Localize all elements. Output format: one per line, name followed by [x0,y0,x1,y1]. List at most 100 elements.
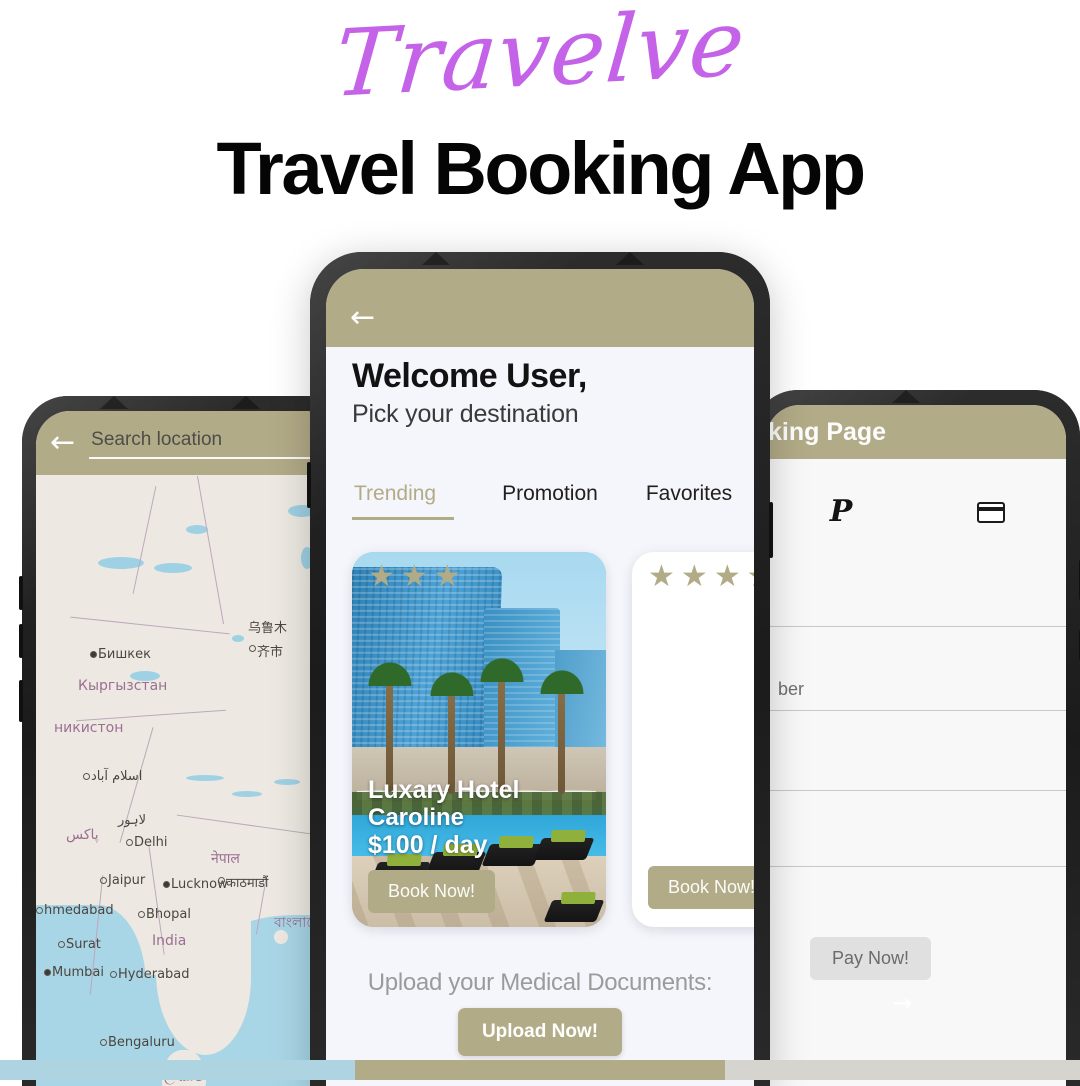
booking-page-title: king Page [768,417,887,446]
payment-field-1[interactable] [766,575,1066,627]
map-label: Кыргызстан [78,678,168,694]
payment-field-number[interactable]: ber [766,627,1066,711]
map-label: Delhi [134,835,168,850]
hotel-card-info: Book Now! [648,866,754,909]
map-label: Bengaluru [108,1035,175,1050]
star-icon: ★ [368,559,395,594]
payment-field-4[interactable] [766,791,1066,867]
submit-arrow-icon: → [892,989,913,1017]
upload-now-button[interactable]: Upload Now! [457,1008,623,1056]
page-title: Travel Booking App [216,127,866,210]
map-label: Mumbai [52,965,104,980]
map-label: Бишкек [98,647,151,662]
brand-script-logo: Travelve [330,0,750,119]
welcome-subtitle: Pick your destination [352,400,579,429]
map-label: پاکس [66,827,99,843]
map-label: اسلام آباد [91,769,143,784]
hotel-card[interactable]: ★ ★ ★ Luxary Hotel Caroline $100 / day B… [352,552,606,927]
strip-segment-khaki [355,1060,725,1080]
booking-appbar: king Page [766,405,1066,459]
welcome-title: Welcome User, [352,357,587,395]
hotel-card[interactable]: ★ ★ ★ ★ Book Now! [632,552,754,927]
phone-mockup-left: ← Search location Бишкек 乌鲁木 齐市 Кыргызст… [19,396,352,1086]
map-label: لاہور [118,813,147,828]
map-city-dot [36,907,43,914]
hotel-price: $100 / day [368,831,488,860]
back-arrow-icon[interactable]: ← [50,428,75,458]
photo-lounger-5 [543,900,605,922]
volume-button-center[interactable] [307,462,311,508]
map-label: India [152,933,187,949]
rating-stars: ★ ★ ★ ★ [648,562,754,592]
map-border-1 [132,486,157,594]
strip-segment-blue [0,1060,355,1080]
bezel-notch-center-1 [422,252,450,265]
search-appbar: ← [36,411,339,475]
upload-label: Upload your Medical Documents: [367,969,713,996]
map-label: 乌鲁木 [248,621,288,636]
map-city-dot [58,941,65,948]
power-button-left[interactable] [19,680,23,722]
search-field-wrapper[interactable] [89,427,339,459]
map-city-dot [44,969,51,976]
payment-method-row: P [766,483,1066,541]
welcome-block: Welcome User, Pick your destination [352,357,587,429]
map-canvas[interactable]: Бишкек 乌鲁木 齐市 Кыргызстан никистон اسلام آباد ل… [36,475,339,1086]
search-input[interactable] [89,427,339,452]
bezel-notch-left-2 [232,396,260,409]
star-icon: ★ [747,562,754,592]
credit-card-icon [977,501,1005,523]
hotel-subtitle: Caroline [368,803,465,831]
hotel-name: Luxary Hotel [368,775,520,804]
map-lake-8 [186,775,224,781]
rating-stars: ★ ★ ★ [368,562,461,592]
map-lake-3 [186,525,208,534]
map-label: 齐市 [257,645,284,660]
screen-center: ← Welcome User, Pick your destination Tr… [326,269,754,1086]
hotel-card-info: Luxary Hotel Caroline $100 / day Book No… [368,776,519,913]
map-label: Bhopal [146,907,191,922]
category-tabs: Trending Promotion Favorites [352,482,754,520]
volume-down-button-left[interactable] [19,624,23,658]
payment-field-number-label: ber [778,679,805,699]
payment-option-card[interactable] [916,483,1066,541]
map-city-dot [249,645,256,652]
book-now-button[interactable]: Book Now! [648,866,754,909]
back-arrow-icon[interactable]: ← [350,303,375,333]
power-button-center[interactable] [769,502,773,558]
book-now-button[interactable]: Book Now! [368,870,496,913]
map-lake-6 [232,635,244,642]
photo-palm-4 [531,660,593,794]
map-city-dot [100,1039,107,1046]
map-lake-2 [154,563,192,573]
home-appbar: ← [326,269,754,347]
map-label: काठमाडौं [226,876,269,891]
branding-header: Travelve Travel Booking App [0,0,1080,230]
paypal-icon: P [829,494,853,529]
screen-right: king Page P ber Pay Now! → [766,405,1066,1086]
payment-field-3[interactable] [766,711,1066,791]
bezel-notch-left [100,396,128,409]
map-city-dot [90,651,97,658]
photo-lounger-4 [533,838,595,860]
pay-now-button[interactable]: Pay Now! [810,937,932,980]
bezel-notch-right [892,390,920,403]
volume-up-button-left[interactable] [19,576,23,610]
tab-trending[interactable]: Trending [352,482,455,520]
map-city-dot [163,881,170,888]
map-city-dot [138,911,145,918]
tab-promotion[interactable]: Promotion [502,482,598,517]
map-border-6 [176,814,326,837]
map-city-dot [83,773,90,780]
tab-favorites[interactable]: Favorites [646,482,732,517]
map-lake-10 [274,779,300,785]
payment-option-paypal[interactable]: P [766,483,916,541]
map-city-dot [126,839,133,846]
star-icon: ★ [648,559,675,594]
screen-left: ← Search location Бишкек 乌鲁木 齐市 Кыргызст… [36,411,339,1086]
map-city-dot [110,971,117,978]
map-label: hmedabad [44,903,114,918]
star-icon: ★ [400,559,428,594]
map-label: Hyderabad [118,967,190,982]
hotel-cards-row: ★ ★ ★ Luxary Hotel Caroline $100 / day B… [352,552,754,927]
